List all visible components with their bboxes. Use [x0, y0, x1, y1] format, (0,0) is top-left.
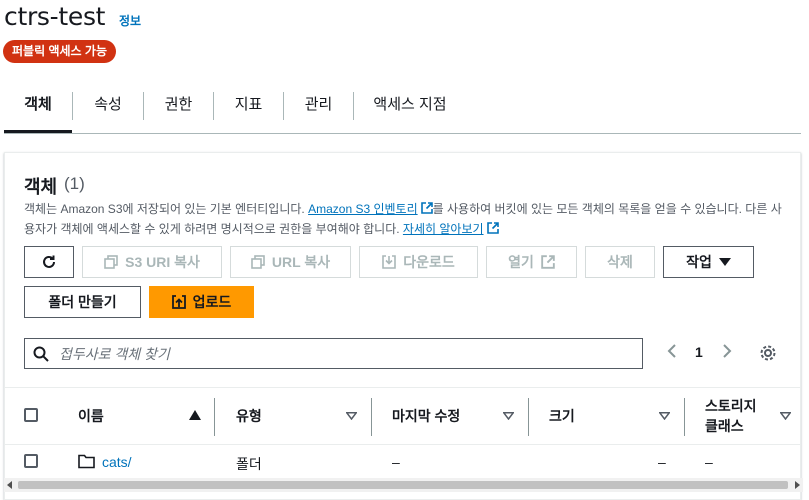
column-header-storage-class[interactable]: 스토리지클래스: [705, 388, 775, 444]
sort-icon[interactable]: [780, 412, 791, 420]
folder-icon: [78, 454, 95, 469]
download-icon: [382, 255, 397, 269]
table-header: 이름 유형 마지막 수정 크기 스토리지클래스: [5, 387, 800, 445]
current-page[interactable]: 1: [695, 344, 703, 360]
tab-metrics[interactable]: 지표: [214, 84, 283, 133]
sort-icon[interactable]: [659, 412, 670, 420]
external-link-icon: [541, 255, 555, 269]
tab-properties[interactable]: 속성: [73, 84, 143, 133]
object-count: (1): [64, 174, 85, 193]
public-access-badge: 퍼블릭 액세스 가능: [3, 40, 116, 63]
object-name-link[interactable]: cats/: [102, 454, 132, 470]
copy-s3-uri-label: S3 URI 복사: [125, 254, 200, 270]
column-storage-class-label: 스토리지클래스: [705, 396, 757, 436]
refresh-button[interactable]: [24, 246, 74, 278]
copy-s3-uri-button[interactable]: S3 URI 복사: [82, 246, 222, 278]
sort-ascending-icon[interactable]: [189, 410, 201, 420]
column-divider: [371, 398, 372, 436]
upload-button[interactable]: 업로드: [149, 286, 254, 318]
column-name-label: 이름: [78, 408, 104, 424]
open-label: 열기: [508, 254, 534, 270]
open-button[interactable]: 열기: [486, 246, 577, 278]
object-size: –: [658, 454, 666, 470]
upload-label: 업로드: [192, 294, 232, 310]
external-link-icon: [420, 202, 433, 214]
learn-more-link[interactable]: 자세히 알아보기: [403, 222, 484, 236]
create-folder-button[interactable]: 폴더 만들기: [24, 286, 141, 318]
scroll-right-arrow[interactable]: [795, 481, 800, 489]
object-type: 폴더: [236, 456, 262, 472]
column-header-last-modified[interactable]: 마지막 수정: [392, 388, 512, 444]
chevron-right-icon[interactable]: [721, 343, 733, 359]
delete-label: 삭제: [607, 254, 633, 270]
storage-class-line: 스토리지: [705, 398, 757, 414]
copy-url-label: URL 복사: [271, 254, 331, 270]
scrollbar-thumb[interactable]: [18, 481, 788, 489]
column-last-modified-label: 마지막 수정: [392, 408, 461, 424]
column-type-label: 유형: [236, 408, 262, 424]
copy-icon: [104, 255, 118, 269]
search-icon: [33, 346, 49, 362]
panel-title: 객체: [24, 177, 58, 197]
table-row: cats/ 폴더 – – –: [5, 445, 800, 479]
download-button[interactable]: 다운로드: [359, 246, 478, 278]
actions-label: 작업: [686, 254, 712, 270]
caret-down-icon: [718, 258, 731, 266]
bucket-tabs: 객체 속성 권한 지표 관리 액세스 지점: [4, 84, 801, 134]
tab-objects[interactable]: 객체: [4, 84, 72, 133]
refresh-icon: [43, 255, 55, 268]
copy-url-button[interactable]: URL 복사: [230, 246, 351, 278]
gear-icon[interactable]: [759, 344, 777, 362]
column-divider: [528, 398, 529, 436]
external-link-icon: [486, 222, 499, 234]
object-storage-class: –: [705, 454, 713, 470]
download-label: 다운로드: [403, 254, 455, 270]
storage-class-line: 클래스: [705, 418, 744, 434]
scroll-left-arrow[interactable]: [7, 481, 12, 489]
search-input[interactable]: [59, 339, 629, 368]
column-divider: [684, 398, 685, 436]
copy-icon: [251, 255, 265, 269]
sort-icon[interactable]: [346, 412, 357, 420]
actions-dropdown[interactable]: 작업: [663, 246, 754, 278]
horizontal-scrollbar[interactable]: [4, 478, 803, 492]
bucket-title: ctrs-test: [4, 2, 106, 31]
upload-icon: [171, 295, 186, 309]
objects-panel: 객체 (1) 객체는 Amazon S3에 저장되어 있는 기본 엔터티입니다.…: [4, 152, 801, 500]
delete-button[interactable]: 삭제: [585, 246, 655, 278]
object-search: [24, 338, 643, 369]
column-header-size[interactable]: 크기: [549, 388, 649, 444]
create-folder-label: 폴더 만들기: [48, 294, 117, 310]
object-last-modified: –: [392, 454, 400, 470]
column-size-label: 크기: [549, 408, 575, 424]
select-all-checkbox[interactable]: [24, 408, 38, 422]
tab-permissions[interactable]: 권한: [144, 84, 213, 133]
inventory-link[interactable]: Amazon S3 인벤토리: [308, 202, 418, 216]
panel-description: 객체는 Amazon S3에 저장되어 있는 기본 엔터티입니다. Amazon…: [24, 199, 784, 239]
column-divider: [214, 398, 215, 436]
tab-access-points[interactable]: 액세스 지점: [354, 84, 466, 133]
description-text: 객체는 Amazon S3에 저장되어 있는 기본 엔터티입니다.: [24, 202, 309, 216]
chevron-left-icon[interactable]: [666, 343, 678, 359]
column-header-name[interactable]: 이름: [78, 388, 198, 444]
tab-management[interactable]: 관리: [284, 84, 353, 133]
row-checkbox[interactable]: [24, 454, 38, 468]
column-header-type[interactable]: 유형: [236, 388, 336, 444]
sort-icon[interactable]: [503, 412, 514, 420]
info-link[interactable]: 정보: [119, 12, 141, 29]
